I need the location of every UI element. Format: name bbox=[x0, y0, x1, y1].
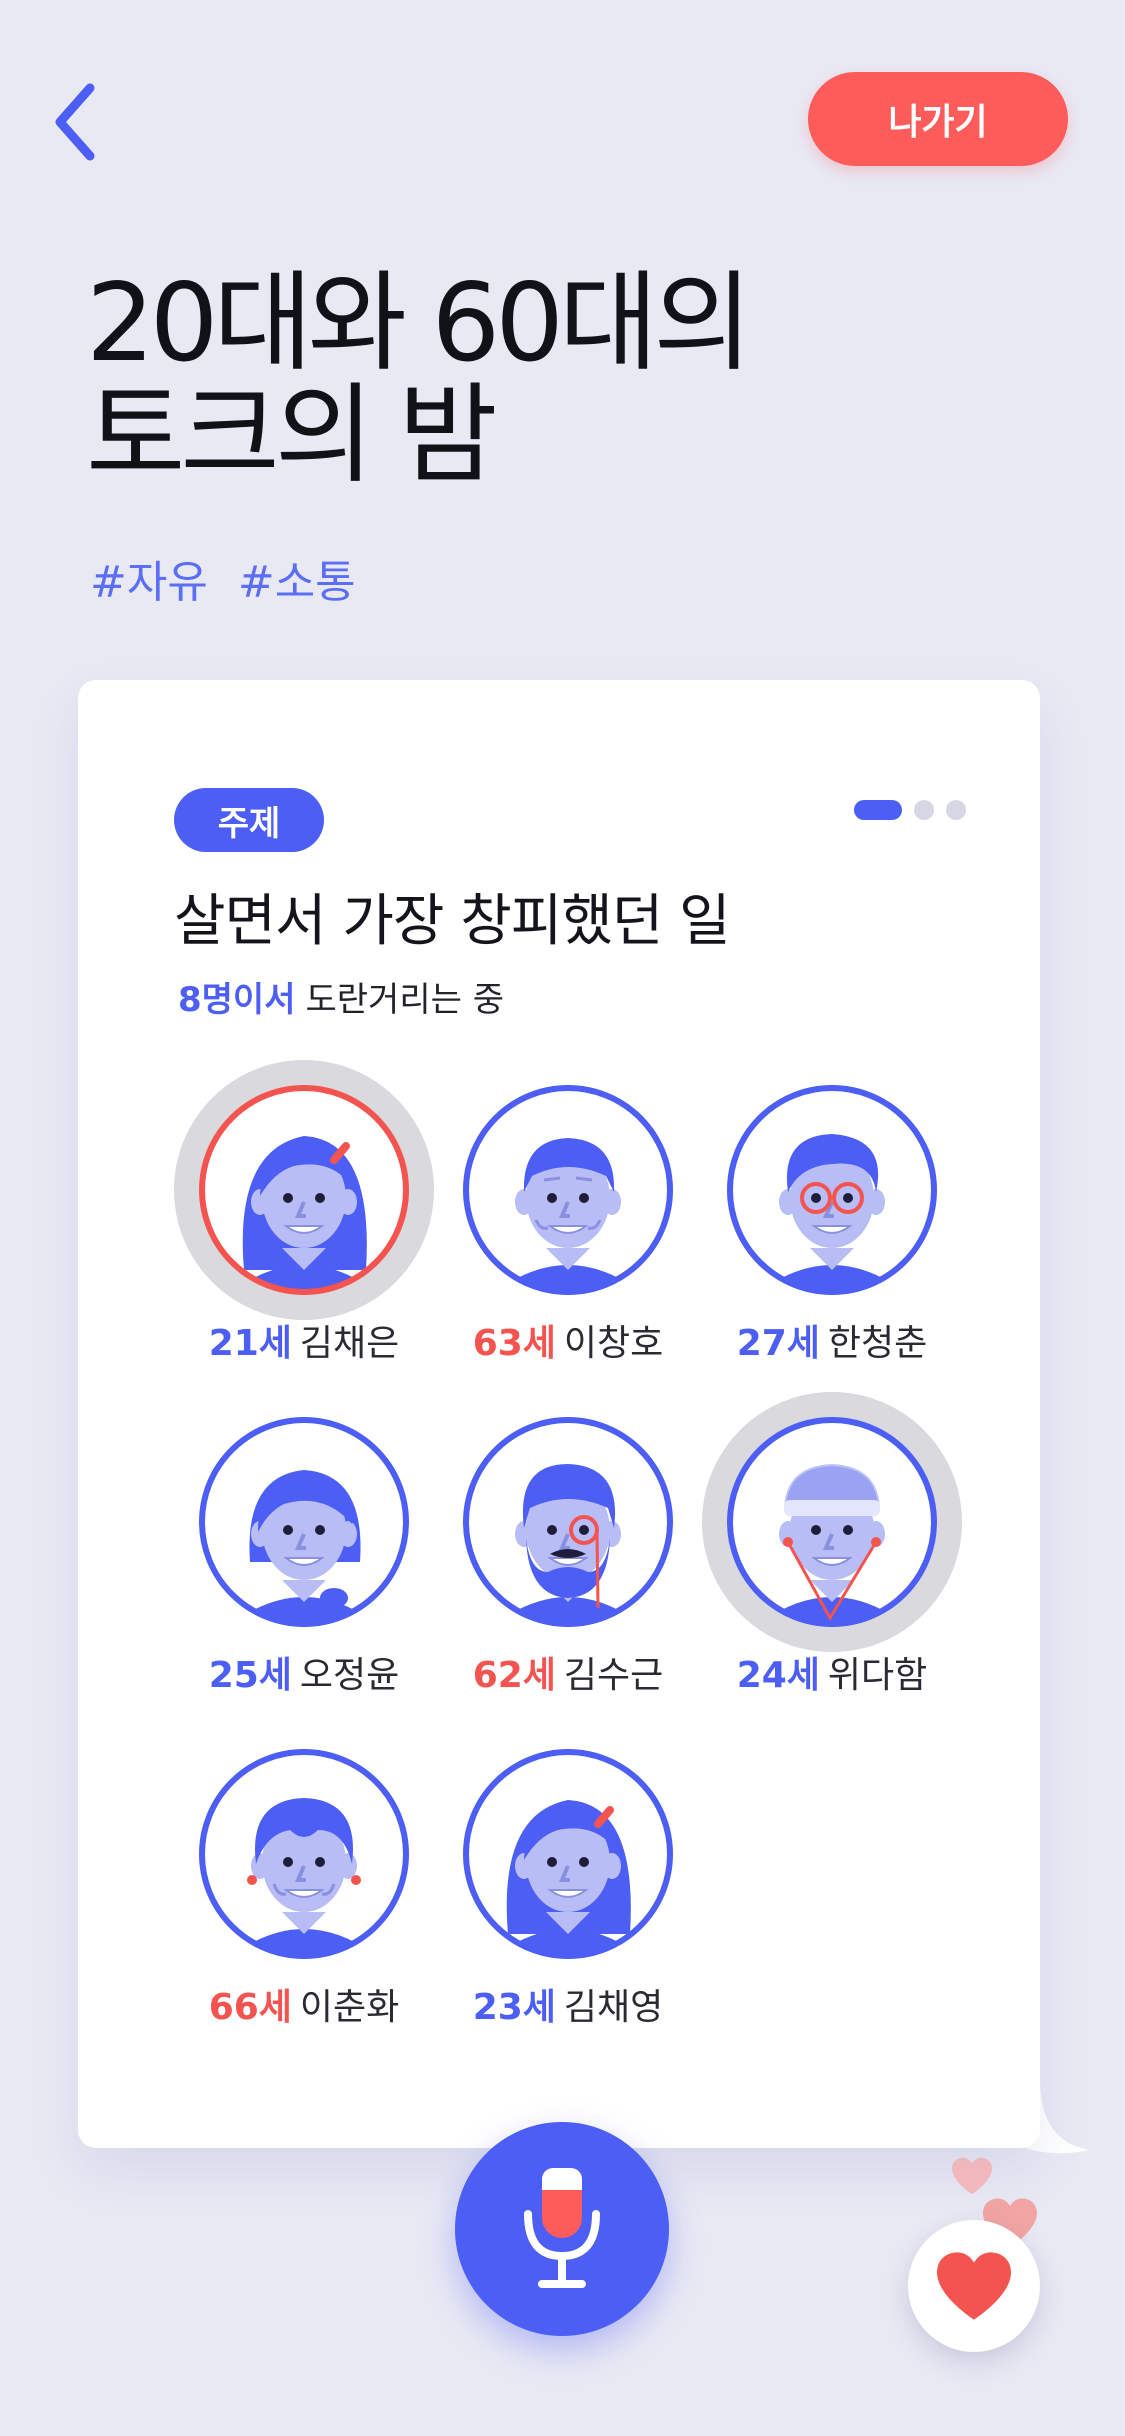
participants-status: 8명이서 도란거리는 중 bbox=[178, 972, 504, 1021]
member-label: 62세 김수근 bbox=[438, 1646, 698, 1698]
member-label: 27세 한청춘 bbox=[702, 1314, 962, 1366]
avatar[interactable] bbox=[174, 1060, 434, 1320]
member-item[interactable]: 23세 김채영 bbox=[438, 1744, 698, 2030]
page-dot[interactable] bbox=[946, 800, 966, 820]
older-woman-avatar bbox=[199, 1749, 409, 1959]
avatar[interactable] bbox=[722, 1080, 942, 1300]
avatar[interactable] bbox=[458, 1412, 678, 1632]
exit-button[interactable]: 나가기 bbox=[808, 72, 1068, 166]
woman-hairpin-avatar bbox=[463, 1749, 673, 1959]
floating-heart-icon bbox=[952, 2157, 992, 2195]
member-item[interactable]: 66세 이춘화 bbox=[174, 1744, 434, 2030]
member-label: 25세 오정윤 bbox=[174, 1646, 434, 1698]
member-name: 김채은 bbox=[299, 1323, 400, 1364]
topic-badge: 주제 bbox=[174, 788, 324, 852]
member-item[interactable]: 27세 한청춘 bbox=[702, 1080, 962, 1366]
member-age: 63세 bbox=[472, 1323, 556, 1364]
member-age: 24세 bbox=[736, 1655, 820, 1696]
room-title-line-2: 토크의 밤 bbox=[86, 373, 498, 498]
back-button[interactable] bbox=[48, 82, 108, 162]
avatar[interactable] bbox=[458, 1080, 678, 1300]
member-label: 23세 김채영 bbox=[438, 1978, 698, 2030]
page-indicator[interactable] bbox=[854, 800, 966, 820]
member-age: 23세 bbox=[472, 1987, 556, 2028]
member-label: 24세 위다함 bbox=[702, 1646, 962, 1698]
member-name: 김채영 bbox=[563, 1987, 664, 2028]
member-label: 66세 이춘화 bbox=[174, 1978, 434, 2030]
member-label: 63세 이창호 bbox=[438, 1314, 698, 1366]
room-title-line-1: 20대와 60대의 bbox=[86, 261, 753, 386]
avatar[interactable] bbox=[194, 1412, 414, 1632]
participants-count: 8명이서 bbox=[178, 980, 296, 1020]
member-age: 25세 bbox=[208, 1655, 292, 1696]
avatar[interactable] bbox=[194, 1744, 414, 1964]
topic-card: 주제 살면서 가장 창피했던 일 8명이서 도란거리는 중 21세 김채은 63… bbox=[78, 680, 1040, 2148]
member-age: 66세 bbox=[208, 1987, 292, 2028]
man-glasses-avatar bbox=[727, 1085, 937, 1295]
member-name: 김수근 bbox=[563, 1655, 664, 1696]
woman-long-hair-avatar bbox=[199, 1085, 409, 1295]
member-name: 오정윤 bbox=[299, 1655, 400, 1696]
heart-icon bbox=[937, 2252, 1011, 2320]
member-name: 이춘화 bbox=[299, 1987, 400, 2028]
member-age: 62세 bbox=[472, 1655, 556, 1696]
topic-title: 살면서 가장 창피했던 일 bbox=[174, 889, 731, 954]
participants-suffix: 도란거리는 중 bbox=[305, 980, 505, 1020]
room-tags: #자유 #소통 bbox=[90, 546, 372, 610]
avatar[interactable] bbox=[702, 1392, 962, 1652]
microphone-icon bbox=[524, 2168, 600, 2288]
member-name: 한청춘 bbox=[827, 1323, 928, 1364]
member-name: 이창호 bbox=[563, 1323, 664, 1364]
member-item[interactable]: 62세 김수근 bbox=[438, 1412, 698, 1698]
tag[interactable]: #자유 bbox=[90, 557, 208, 608]
member-item[interactable]: 24세 위다함 bbox=[702, 1392, 962, 1698]
member-label: 21세 김채은 bbox=[174, 1314, 434, 1366]
room-title: 20대와 60대의 토크의 밤 bbox=[86, 268, 986, 492]
avatar[interactable] bbox=[458, 1744, 678, 1964]
page-dot[interactable] bbox=[914, 800, 934, 820]
like-button[interactable] bbox=[908, 2220, 1040, 2352]
member-item[interactable]: 63세 이창호 bbox=[438, 1080, 698, 1366]
member-name: 위다함 bbox=[827, 1655, 928, 1696]
woman-braid-avatar bbox=[199, 1417, 409, 1627]
older-man-avatar bbox=[463, 1085, 673, 1295]
tag[interactable]: #소통 bbox=[238, 557, 356, 608]
man-cap-earphones-avatar bbox=[727, 1417, 937, 1627]
member-age: 27세 bbox=[736, 1323, 820, 1364]
member-item[interactable]: 25세 오정윤 bbox=[174, 1412, 434, 1698]
member-age: 21세 bbox=[208, 1323, 292, 1364]
member-item[interactable]: 21세 김채은 bbox=[174, 1060, 434, 1366]
page-dot-active[interactable] bbox=[854, 800, 902, 820]
bearded-man-monocle-avatar bbox=[463, 1417, 673, 1627]
mic-button[interactable] bbox=[455, 2122, 669, 2336]
chevron-left-icon bbox=[55, 83, 95, 161]
